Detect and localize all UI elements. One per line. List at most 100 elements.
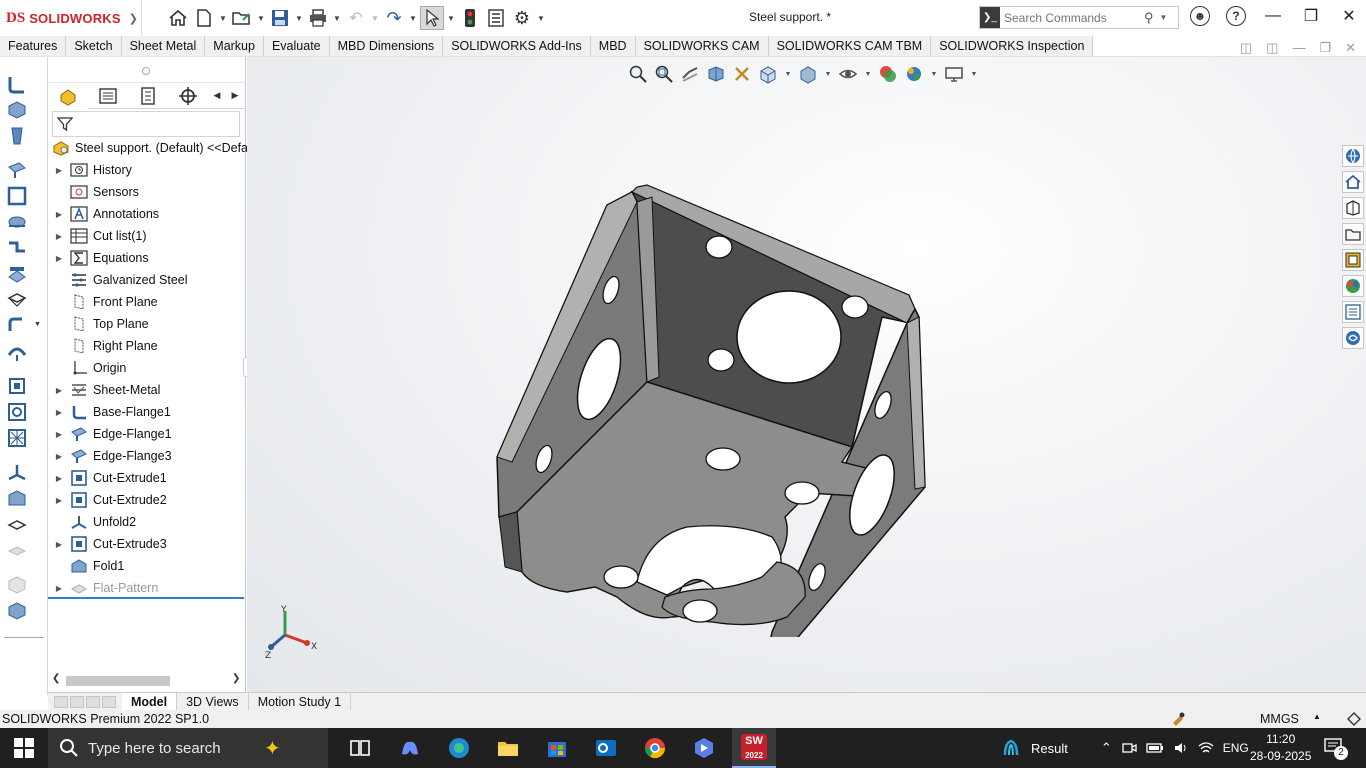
tab-markup[interactable]: Markup <box>205 36 264 56</box>
expand-arrow-icon[interactable]: ▶ <box>48 210 70 219</box>
tab-sheet-metal[interactable]: Sheet Metal <box>121 36 206 56</box>
home-pane-icon[interactable] <box>1342 171 1364 193</box>
tab-3d-views[interactable]: 3D Views <box>177 693 249 710</box>
zoom-to-fit-icon[interactable] <box>627 63 649 85</box>
chevron-down-icon[interactable]: ▼ <box>332 14 342 23</box>
dynamic-annotation-icon[interactable] <box>731 63 753 85</box>
tree-item[interactable]: ▶ Base-Flange1 <box>48 401 246 423</box>
search-icon[interactable]: ⚲ <box>1144 10 1154 26</box>
extruded-cut-icon[interactable] <box>6 375 28 397</box>
tree-item[interactable]: Front Plane <box>48 291 246 313</box>
doc-close-icon[interactable]: ✕ <box>1345 40 1356 56</box>
tab-features[interactable]: Features <box>0 36 67 56</box>
new-document-icon[interactable] <box>192 6 216 30</box>
save-icon[interactable] <box>268 6 292 30</box>
property-manager-tab-icon[interactable] <box>88 83 128 109</box>
microsoft-store-icon[interactable] <box>545 736 569 760</box>
search-commands[interactable]: ❯_ ⚲ ▼ <box>979 6 1179 29</box>
expand-arrow-icon[interactable]: ▶ <box>48 386 70 395</box>
filter-icon[interactable] <box>57 116 73 132</box>
appearances-icon[interactable] <box>1342 275 1364 297</box>
apply-scene-icon[interactable] <box>903 63 925 85</box>
solidworks-resources-icon[interactable] <box>1342 145 1364 167</box>
expand-arrow-icon[interactable]: ▶ <box>48 496 70 505</box>
solidworks-taskbar-button[interactable]: SW 2022 <box>732 728 776 768</box>
zoom-to-area-icon[interactable] <box>653 63 675 85</box>
doc-restore-icon[interactable]: ❐ <box>1319 40 1331 56</box>
tree-item[interactable]: ▶ Sheet-Metal <box>48 379 246 401</box>
view-orientation-icon[interactable] <box>757 63 779 85</box>
media-app-icon[interactable] <box>692 736 716 760</box>
tile-left-icon[interactable]: ◫ <box>1240 40 1252 56</box>
tab-cam-tbm[interactable]: SOLIDWORKS CAM TBM <box>768 36 932 56</box>
tab-navigation-buttons[interactable] <box>48 695 122 708</box>
dimxpert-manager-tab-icon[interactable] <box>168 83 208 109</box>
vent-icon[interactable] <box>6 427 28 449</box>
flatten-icon[interactable] <box>6 513 28 535</box>
design-library-icon[interactable] <box>1342 197 1364 219</box>
tree-item[interactable]: ▶ Edge-Flange3 <box>48 445 246 467</box>
chevron-down-icon[interactable]: ▼ <box>536 14 546 23</box>
chevron-down-icon[interactable]: ▼ <box>218 14 228 23</box>
edit-appearance-icon[interactable] <box>877 63 899 85</box>
expand-arrow-icon[interactable]: ▶ <box>48 254 70 263</box>
tree-item[interactable]: Origin <box>48 357 246 379</box>
steel-support-model[interactable] <box>487 117 947 637</box>
chevron-down-icon[interactable]: ▼ <box>1160 13 1168 22</box>
search-input[interactable] <box>1004 10 1144 25</box>
fold-icon[interactable] <box>6 487 28 509</box>
file-properties-icon[interactable] <box>484 6 508 30</box>
account-icon[interactable]: ☻ <box>1190 6 1210 26</box>
tree-horizontal-scrollbar[interactable]: ❮ ❯ <box>48 671 246 689</box>
solidworks-forum-icon[interactable] <box>1342 327 1364 349</box>
section-view-icon[interactable] <box>705 63 727 85</box>
chevron-down-icon[interactable]: ▼ <box>929 71 939 78</box>
home-icon[interactable] <box>166 6 190 30</box>
weather-icon[interactable] <box>1000 737 1022 759</box>
scroll-right-icon[interactable]: ❯ <box>232 673 240 684</box>
tile-right-icon[interactable]: ◫ <box>1266 40 1278 56</box>
tree-item[interactable]: ▶ Edge-Flange1 <box>48 423 246 445</box>
tabs-scroll-left-icon[interactable]: ◀ <box>208 90 226 101</box>
tab-mbd[interactable]: MBD <box>590 36 636 56</box>
expand-arrow-icon[interactable]: ▶ <box>48 474 70 483</box>
tree-item[interactable]: Top Plane <box>48 313 246 335</box>
help-icon[interactable]: ? <box>1226 6 1246 26</box>
redo-icon[interactable]: ↷ <box>382 6 406 30</box>
taskbar-search-box[interactable]: Type here to search ✦ <box>48 728 328 768</box>
tree-item[interactable]: Right Plane <box>48 335 246 357</box>
chevron-down-icon[interactable]: ▼ <box>408 14 418 23</box>
tree-item[interactable]: ▶ History <box>48 159 246 181</box>
edge-browser-icon[interactable] <box>447 736 471 760</box>
tree-root-part[interactable]: Steel support. (Default) <<Defau <box>48 137 255 159</box>
lofted-bend-icon[interactable] <box>6 125 28 147</box>
insert-bends-icon[interactable] <box>6 599 28 621</box>
tree-item[interactable]: ▶ Annotations <box>48 203 246 225</box>
battery-icon[interactable] <box>1146 740 1164 756</box>
base-flange-icon[interactable] <box>6 73 28 95</box>
options-gear-icon[interactable]: ⚙ <box>510 6 534 30</box>
camera-indicator-icon[interactable] <box>1121 740 1137 756</box>
close-icon[interactable]: ✕ <box>1338 6 1360 26</box>
chevron-down-icon[interactable]: ▼ <box>783 71 793 78</box>
tree-item[interactable]: ▶ Equations <box>48 247 246 269</box>
graphics-area[interactable]: ▼ ▼ ▼ ▼ ▼ Y X Z <box>247 57 1366 695</box>
feature-manager-tab-icon[interactable] <box>48 82 88 109</box>
scroll-thumb[interactable] <box>66 676 170 686</box>
undo-icon[interactable]: ↶ <box>344 6 368 30</box>
language-indicator[interactable]: ENG <box>1223 741 1249 755</box>
view-settings-icon[interactable] <box>943 63 965 85</box>
select-pointer-icon[interactable] <box>420 6 444 30</box>
expand-arrow-icon[interactable]: ▶ <box>48 430 70 439</box>
tabs-scroll-right-icon[interactable]: ▶ <box>226 90 244 101</box>
tree-item[interactable]: Fold1 <box>48 555 246 577</box>
tree-item[interactable]: Unfold2 <box>48 511 246 533</box>
notifications-button[interactable]: 2 <box>1324 738 1348 760</box>
display-style-icon[interactable] <box>797 63 819 85</box>
chevron-down-icon[interactable]: ▼ <box>863 71 873 78</box>
cross-break-icon[interactable] <box>6 289 28 311</box>
outlook-icon[interactable] <box>594 736 618 760</box>
tree-item[interactable]: Sensors <box>48 181 246 203</box>
speaker-icon[interactable] <box>1173 740 1189 756</box>
chevron-down-icon[interactable]: ▼ <box>294 14 304 23</box>
